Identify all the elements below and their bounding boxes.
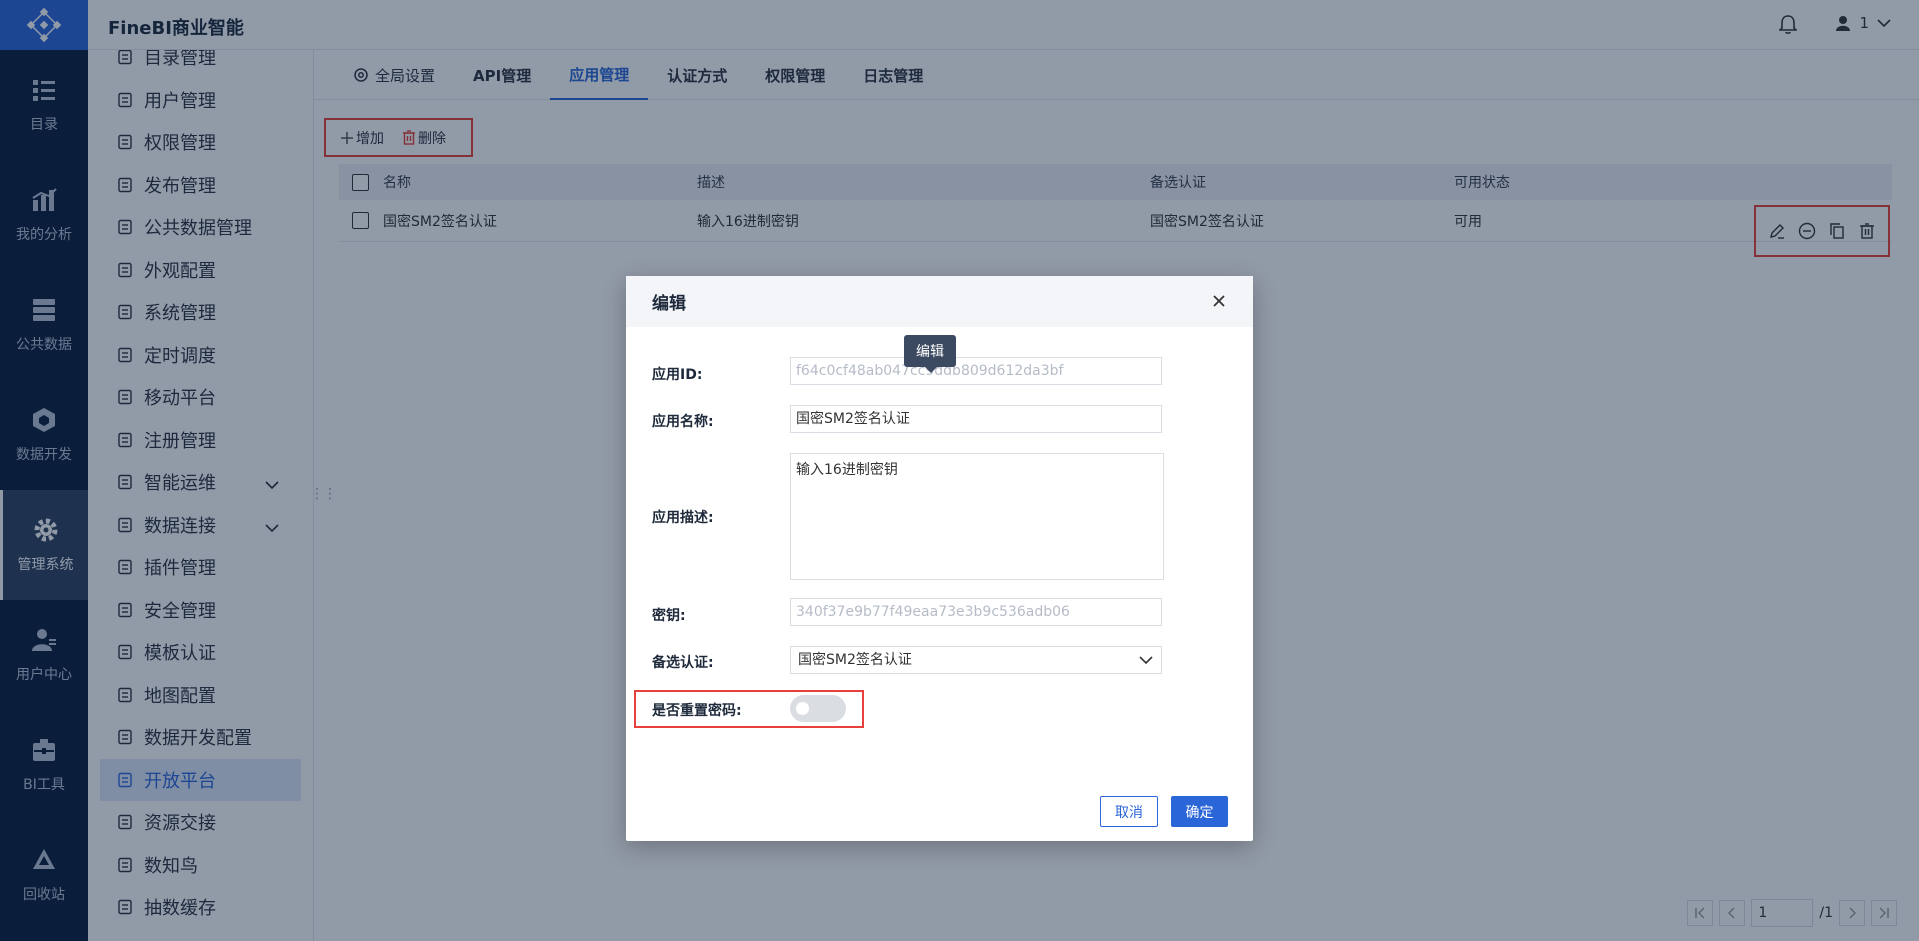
reset-password-highlight: 是否重置密码: [634,690,864,728]
edit-tooltip: 编辑 [904,335,956,373]
toggle-knob [796,702,809,715]
alt-auth-label: 备选认证: [652,655,714,671]
app-id-field: f64c0cf48ab047cc9ddb809d612da3bf [790,357,1162,385]
reset-password-toggle[interactable] [790,695,846,722]
app-name-label: 应用名称: [652,414,714,430]
reset-password-label: 是否重置密码: [652,703,742,719]
cancel-button[interactable]: 取消 [1100,796,1158,827]
app-desc-textarea[interactable]: 输入16进制密钥 [790,453,1164,580]
app-desc-label: 应用描述: [652,510,714,526]
secret-label: 密钥: [652,608,686,624]
alt-auth-value: 国密SM2签名认证 [798,652,912,668]
dialog-header: 编辑 [626,276,1253,327]
confirm-button[interactable]: 确定 [1171,796,1228,827]
alt-auth-select[interactable]: 国密SM2签名认证 [790,646,1162,674]
chevron-down-icon [1139,656,1153,665]
edit-dialog: 编辑 应用ID: f64c0cf48ab047cc9ddb809d612da3b… [626,276,1253,841]
app-name-field[interactable]: 国密SM2签名认证 [790,405,1162,433]
secret-field: 340f37e9b77f49eaa73e3b9c536adb06 [790,598,1162,626]
app-id-label: 应用ID: [652,367,703,383]
dialog-title: 编辑 [652,294,686,314]
close-icon[interactable] [1211,293,1227,309]
